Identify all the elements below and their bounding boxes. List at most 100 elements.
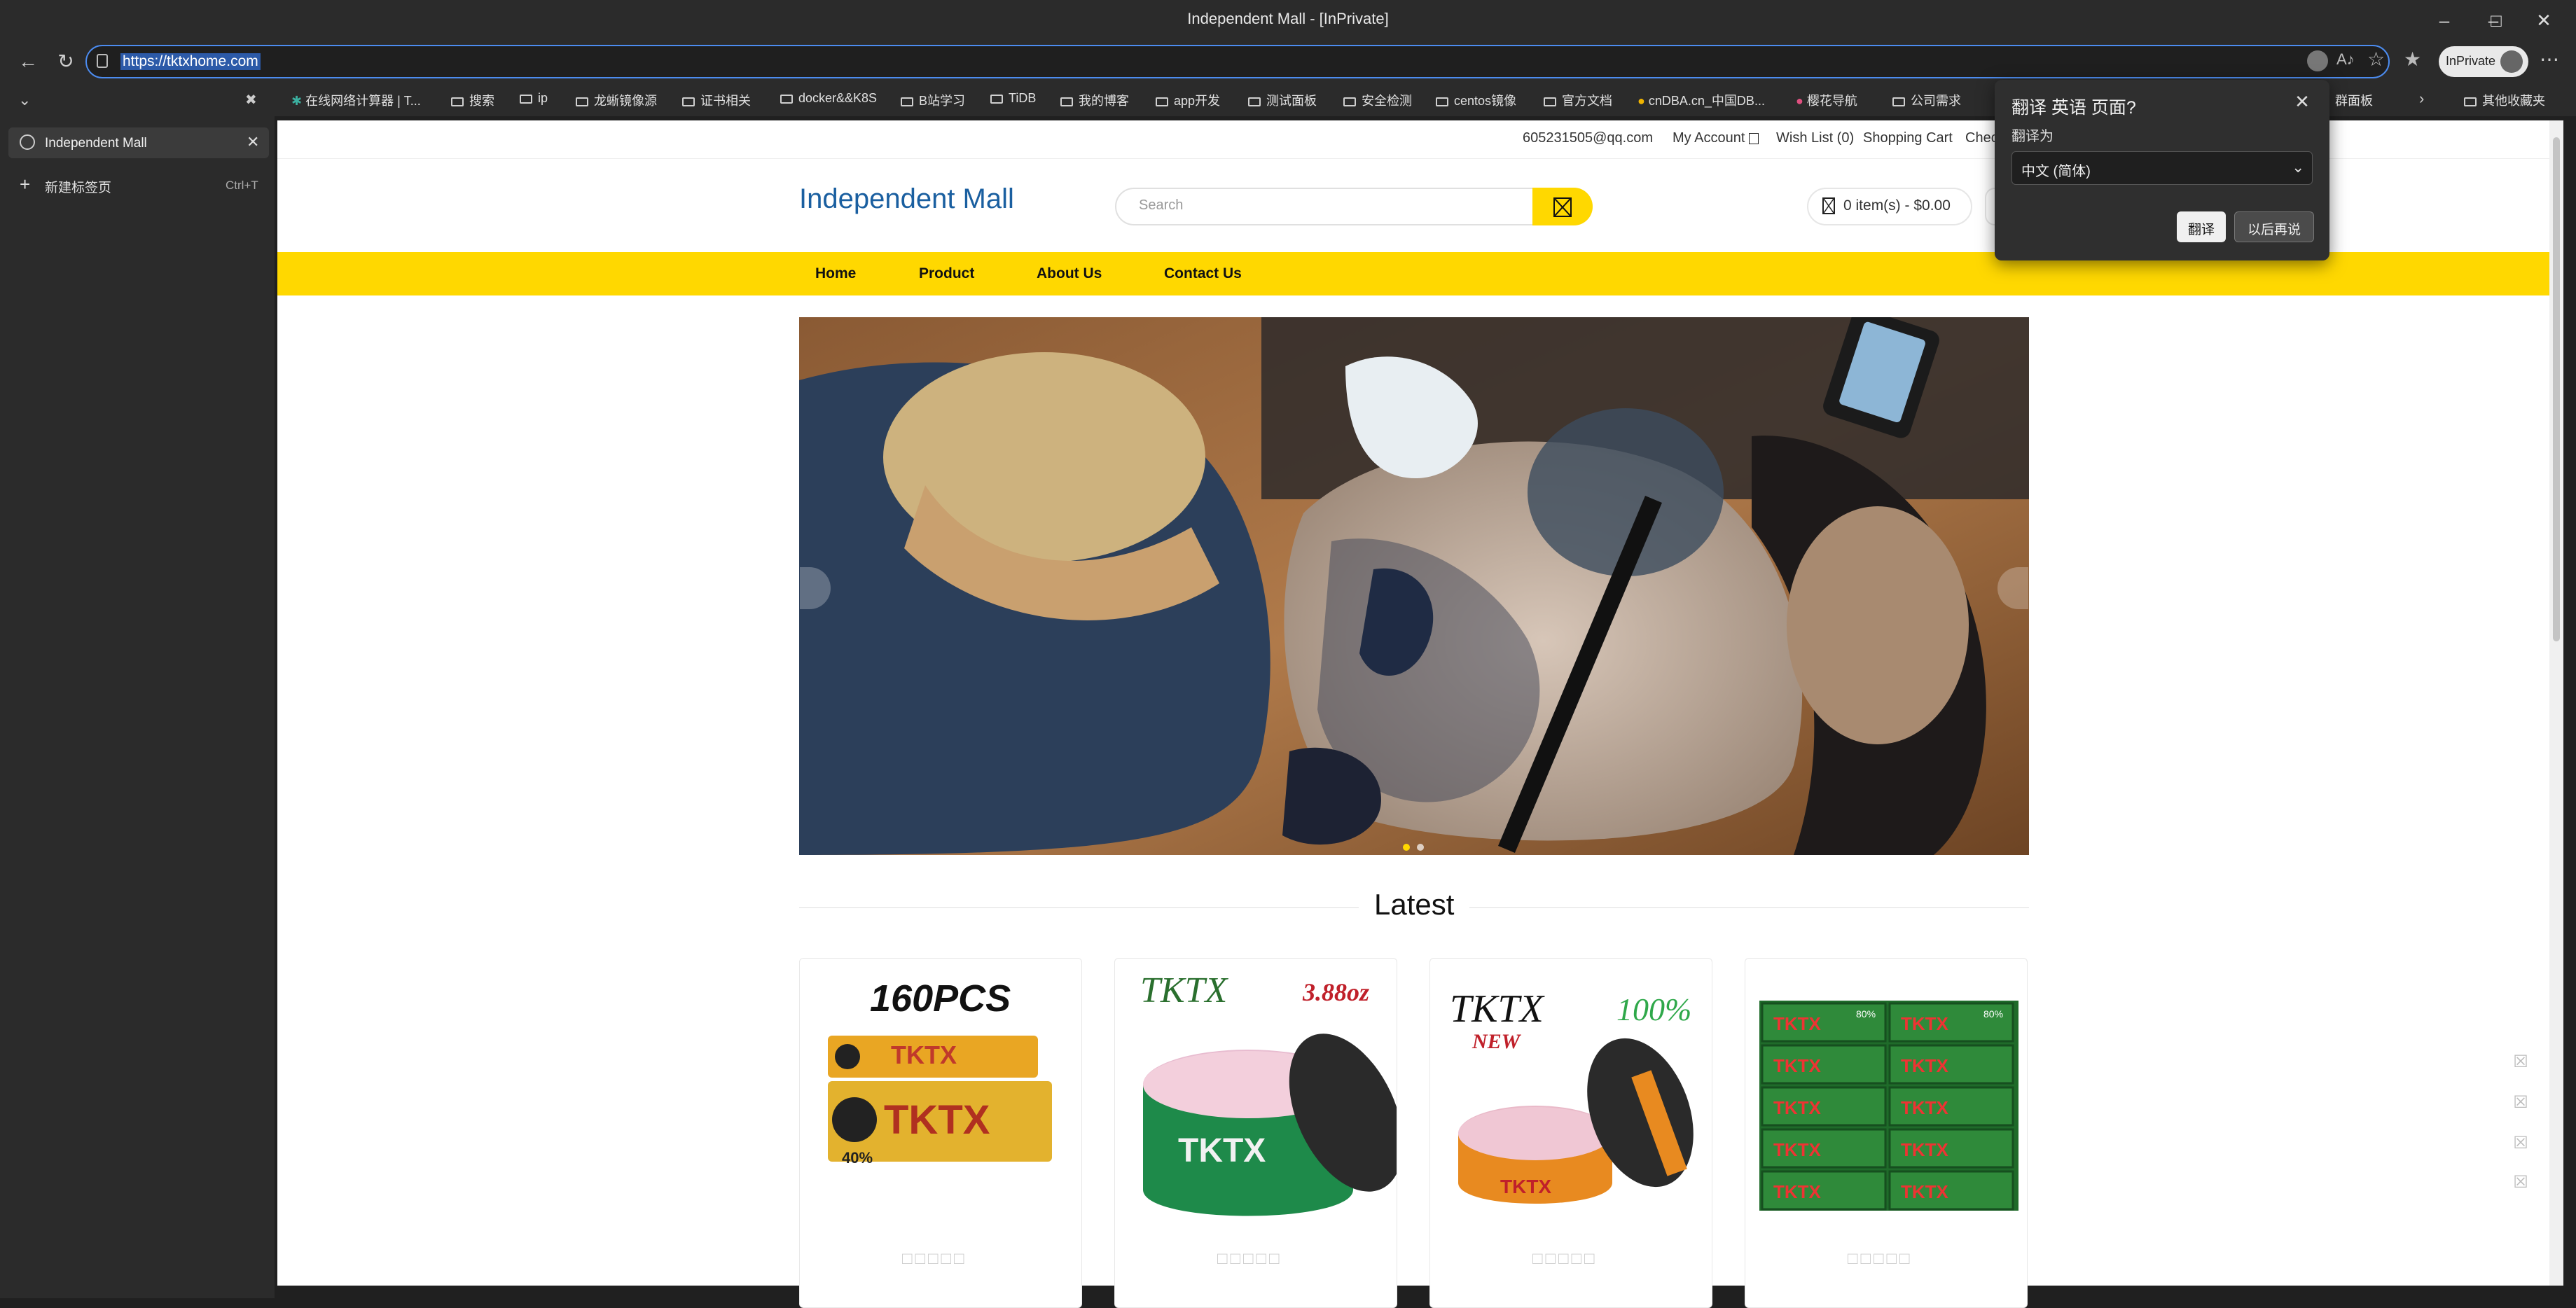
svg-text:TKTX: TKTX bbox=[1901, 1139, 1949, 1160]
refresh-icon[interactable]: ↻ bbox=[52, 48, 80, 76]
inprivate-label: InPrivate bbox=[2446, 54, 2496, 68]
floating-contact-icon[interactable]: ☒ bbox=[2505, 1087, 2537, 1119]
product-image-headline: 160PCS bbox=[870, 977, 1011, 1020]
latest-heading: Latest bbox=[1359, 888, 1470, 921]
bookmark-item[interactable]: ● cnDBA.cn_中国DB... bbox=[1637, 91, 1765, 109]
vertical-tab-sidebar bbox=[0, 116, 275, 1298]
my-account-link[interactable]: My Account bbox=[1673, 130, 1759, 146]
favorite-star-icon[interactable]: ☆ bbox=[2367, 48, 2385, 71]
svg-text:TKTX: TKTX bbox=[1178, 1132, 1266, 1169]
svg-text:TKTX: TKTX bbox=[1901, 1181, 1949, 1202]
svg-text:TKTX: TKTX bbox=[1500, 1176, 1551, 1197]
bookmark-item[interactable]: docker&&K8S bbox=[780, 91, 877, 106]
floating-contact-icon[interactable]: ☒ bbox=[2505, 1127, 2537, 1160]
svg-text:NEW: NEW bbox=[1471, 1030, 1522, 1053]
bookmark-item[interactable]: 测试面板 bbox=[1248, 91, 1317, 109]
bookmark-item[interactable]: 证书相关 bbox=[682, 91, 751, 109]
plus-icon[interactable]: + bbox=[20, 174, 30, 195]
contact-email: 605231505@qq.com bbox=[1523, 130, 1653, 146]
bookmark-item[interactable]: 安全检测 bbox=[1343, 91, 1412, 109]
scrollbar-thumb[interactable] bbox=[2553, 137, 2560, 641]
cart-summary: 0 item(s) - $0.00 bbox=[1843, 197, 1951, 214]
carousel-dot-active[interactable] bbox=[1403, 844, 1410, 851]
product-image-headline: TKTX bbox=[1140, 970, 1228, 1010]
translate-to-label: 翻译为 bbox=[2011, 129, 2054, 144]
nav-home[interactable]: Home bbox=[815, 265, 856, 282]
translate-popup-title: 翻译 英语 页面? bbox=[2011, 98, 2136, 118]
bookmark-item[interactable]: ● 樱花导航 bbox=[1796, 91, 1857, 109]
read-aloud-icon[interactable]: A♪ bbox=[2336, 50, 2355, 69]
svg-text:TKTX: TKTX bbox=[1773, 1097, 1822, 1118]
other-bookmarks[interactable]: 其他收藏夹 bbox=[2464, 91, 2545, 109]
search-button[interactable] bbox=[1532, 188, 1593, 225]
svg-text:TKTX: TKTX bbox=[1773, 1139, 1822, 1160]
product-image[interactable]: TKTX TKTX TKTX TKTX TKTX TKTX TKTX TKTX TKTX… bbox=[1745, 959, 2028, 1225]
nav-about-us[interactable]: About Us bbox=[1037, 265, 1102, 282]
rating-stars: □□□□□ bbox=[1532, 1249, 1598, 1268]
not-now-button-label: 以后再说 bbox=[2247, 223, 2301, 237]
globe-icon bbox=[20, 134, 35, 150]
bookmark-item[interactable]: 搜索 bbox=[451, 91, 494, 109]
url-text[interactable]: https://tktxhome.com bbox=[120, 53, 261, 70]
more-icon[interactable]: ⋯ bbox=[2540, 48, 2559, 71]
rating-stars: □□□□□ bbox=[1848, 1249, 1913, 1268]
extra-button-edge bbox=[1985, 188, 1995, 225]
maximize-icon[interactable]: □ bbox=[2482, 7, 2510, 34]
svg-text:TKTX: TKTX bbox=[1901, 1013, 1949, 1034]
bookmark-item[interactable]: 我的博客 bbox=[1060, 91, 1129, 109]
pin-icon[interactable]: ✖ bbox=[245, 91, 257, 109]
svg-text:3.88oz: 3.88oz bbox=[1302, 978, 1369, 1006]
address-bar[interactable] bbox=[85, 45, 2390, 78]
carousel-dot[interactable] bbox=[1417, 844, 1424, 851]
new-tab-button[interactable]: 新建标签页 bbox=[45, 177, 111, 196]
chevron-down-icon[interactable]: ⌄ bbox=[18, 91, 31, 109]
chevron-right-icon[interactable]: › bbox=[2419, 90, 2424, 108]
site-logo[interactable]: Independent Mall bbox=[799, 183, 1014, 215]
translate-icon[interactable] bbox=[2307, 50, 2328, 71]
nav-product[interactable]: Product bbox=[919, 265, 974, 282]
svg-text:TKTX: TKTX bbox=[1901, 1055, 1949, 1076]
close-icon[interactable]: ✕ bbox=[2292, 91, 2313, 112]
favorites-icon[interactable]: ★ bbox=[2404, 48, 2421, 71]
translate-button-label: 翻译 bbox=[2187, 223, 2215, 237]
close-window-icon[interactable]: ✕ bbox=[2530, 7, 2558, 34]
new-tab-shortcut: Ctrl+T bbox=[226, 179, 258, 192]
search-icon bbox=[1553, 197, 1572, 217]
bookmark-item[interactable]: ✱ 在线网络计算器 | T... bbox=[291, 91, 421, 109]
lock-icon bbox=[97, 54, 108, 68]
back-to-top-icon[interactable]: ☒ bbox=[2505, 1167, 2537, 1199]
language-select-value: 中文 (简体) bbox=[2021, 164, 2091, 179]
rating-stars: □□□□□ bbox=[1217, 1249, 1282, 1268]
shopping-cart-link[interactable]: Shopping Cart bbox=[1863, 130, 1953, 146]
chevron-down-icon: ⌄ bbox=[2292, 158, 2305, 176]
bookmark-item[interactable]: 公司需求 bbox=[1892, 91, 1961, 109]
bookmark-item[interactable]: ip bbox=[520, 91, 548, 106]
floating-contact-icon[interactable]: ☒ bbox=[2505, 1046, 2537, 1078]
svg-text:80%: 80% bbox=[1983, 1008, 2003, 1020]
account-icon bbox=[1748, 132, 1759, 144]
bookmark-item[interactable]: 群面板 bbox=[2335, 91, 2373, 109]
hero-banner-image[interactable] bbox=[799, 317, 2029, 855]
bookmark-item[interactable]: 官方文档 bbox=[1544, 91, 1612, 109]
back-icon[interactable]: ← bbox=[14, 48, 42, 76]
svg-text:TKTX: TKTX bbox=[1773, 1055, 1822, 1076]
minimize-window-button[interactable]: – bbox=[2430, 7, 2458, 34]
svg-text:TKTX: TKTX bbox=[1773, 1013, 1822, 1034]
close-tab-icon[interactable]: ✕ bbox=[247, 133, 259, 151]
wish-list-link[interactable]: Wish List (0) bbox=[1776, 130, 1854, 146]
cart-icon bbox=[1822, 197, 1835, 214]
checkout-link[interactable]: Chec bbox=[1965, 130, 1998, 146]
search-placeholder: Search bbox=[1139, 197, 1184, 213]
svg-text:40%: 40% bbox=[842, 1149, 873, 1167]
avatar bbox=[2500, 50, 2523, 73]
bookmark-item[interactable]: TiDB bbox=[990, 91, 1036, 106]
svg-text:TKTX: TKTX bbox=[1773, 1181, 1822, 1202]
bookmark-item[interactable]: B站学习 bbox=[901, 91, 965, 109]
bookmark-item[interactable]: centos镜像 bbox=[1436, 91, 1516, 109]
search-input[interactable] bbox=[1115, 188, 1593, 225]
bookmark-item[interactable]: 龙蜥镜像源 bbox=[576, 91, 657, 109]
svg-text:TKTX: TKTX bbox=[884, 1097, 990, 1143]
nav-contact-us[interactable]: Contact Us bbox=[1164, 265, 1242, 282]
bookmark-item[interactable]: app开发 bbox=[1156, 91, 1220, 109]
svg-text:TKTX: TKTX bbox=[891, 1041, 957, 1069]
